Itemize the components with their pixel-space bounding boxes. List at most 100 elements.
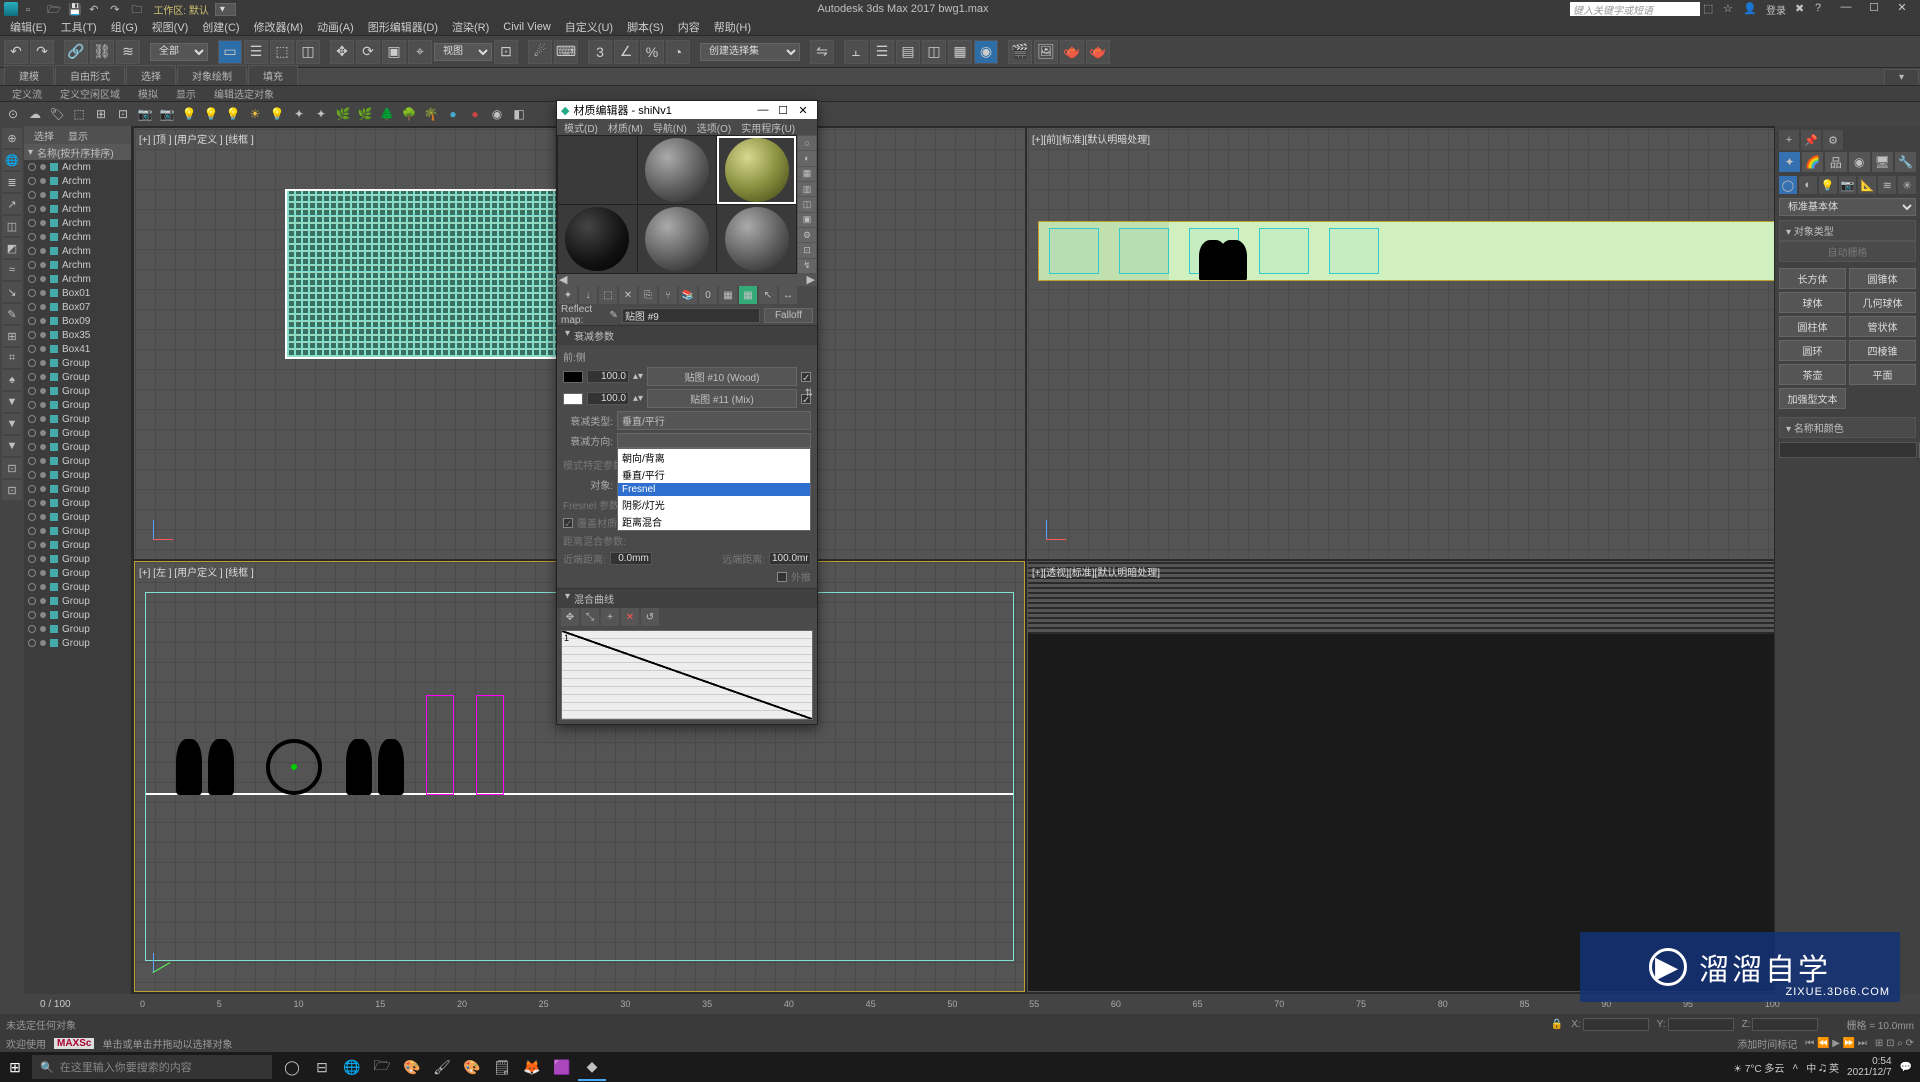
rollout-falloff-params[interactable]: ▾衰减参数 <box>557 326 817 345</box>
viewport-label[interactable]: [+][前][标准][默认明暗处理] <box>1032 131 1150 146</box>
clock[interactable]: 0:542021/12/7 <box>1847 1056 1892 1078</box>
material-slot[interactable] <box>638 205 717 273</box>
visibility-icon[interactable] <box>28 429 36 437</box>
make-unique-icon[interactable]: ⑂ <box>659 286 677 304</box>
side-color-swatch[interactable] <box>563 393 583 405</box>
freeze-icon[interactable] <box>40 584 46 590</box>
ribbon-item-sim[interactable]: 模拟 <box>130 86 166 101</box>
freeze-icon[interactable] <box>40 346 46 352</box>
menu-create[interactable]: 创建(C) <box>196 18 245 36</box>
me-menu-options[interactable]: 选项(O) <box>694 119 734 135</box>
scene-list-item[interactable]: Group <box>24 454 131 468</box>
curve-move-icon[interactable]: ✥ <box>561 608 579 626</box>
me-menu-navigation[interactable]: 导航(N) <box>650 119 690 135</box>
tab-motion[interactable]: ◉ <box>1849 152 1870 172</box>
material-slot-selected[interactable] <box>717 136 796 204</box>
left-tool-icon[interactable]: ↘ <box>2 282 22 302</box>
visibility-icon[interactable] <box>28 233 36 241</box>
material-slot[interactable] <box>558 205 637 273</box>
primitive-button[interactable]: 茶壶 <box>1779 364 1846 385</box>
put-to-lib-icon[interactable]: 📚 <box>679 286 697 304</box>
left-tool-icon[interactable]: ↗ <box>2 194 22 214</box>
paint-icon[interactable]: 🎨 <box>398 1053 426 1081</box>
swatch-icon[interactable]: ◧ <box>510 105 528 123</box>
visibility-icon[interactable] <box>28 387 36 395</box>
visibility-icon[interactable] <box>28 583 36 591</box>
primitive-button[interactable]: 球体 <box>1779 292 1846 313</box>
me-menu-modes[interactable]: 模式(D) <box>561 119 601 135</box>
scene-list-item[interactable]: Group <box>24 468 131 482</box>
ribbon-item-flow[interactable]: 定义流 <box>4 86 50 101</box>
left-tool-icon[interactable]: ⌗ <box>2 348 22 368</box>
maxscript-badge[interactable]: MAXSc <box>54 1038 94 1049</box>
visibility-icon[interactable] <box>28 401 36 409</box>
help-icon[interactable]: ? <box>1815 2 1829 16</box>
left-tool-icon[interactable]: ◩ <box>2 238 22 258</box>
ribbon-tab-freeform[interactable]: 自由形式 <box>55 65 125 85</box>
freeze-icon[interactable] <box>40 164 46 170</box>
visibility-icon[interactable] <box>28 569 36 577</box>
visibility-icon[interactable] <box>28 527 36 535</box>
scene-list-item[interactable]: Group <box>24 496 131 510</box>
curve-reset-icon[interactable]: ↺ <box>641 608 659 626</box>
sub-spacewarps[interactable]: ≋ <box>1878 176 1896 194</box>
visibility-icon[interactable] <box>28 359 36 367</box>
viewport-label[interactable]: [+] [左 ] [用户定义 ] [线框 ] <box>139 564 254 579</box>
freeze-icon[interactable] <box>40 220 46 226</box>
freeze-icon[interactable] <box>40 444 46 450</box>
app-icon[interactable]: 🎨 <box>458 1053 486 1081</box>
notifications-icon[interactable]: 💬 <box>1900 1062 1912 1073</box>
dialog-maximize-button[interactable]: ☐ <box>773 104 793 117</box>
video-check-icon[interactable]: ◫ <box>798 197 816 211</box>
maximize-button[interactable]: ☐ <box>1860 1 1888 17</box>
curve-editor-button[interactable]: ◫ <box>922 40 946 64</box>
dialog-minimize-button[interactable]: — <box>753 104 773 116</box>
freeze-icon[interactable] <box>40 640 46 646</box>
scale-button[interactable]: ▣ <box>382 40 406 64</box>
menu-modifiers[interactable]: 修改器(M) <box>248 18 310 36</box>
scene-tab-display[interactable]: 显示 <box>68 128 88 143</box>
scene-list-item[interactable]: Group <box>24 510 131 524</box>
tray-chevron-icon[interactable]: ˄ <box>1792 1062 1798 1073</box>
menu-customize[interactable]: 自定义(U) <box>559 18 619 36</box>
app-icon[interactable] <box>4 2 18 16</box>
cortana-icon[interactable]: ⊟ <box>308 1053 336 1081</box>
helper-icon[interactable]: 🌳 <box>400 105 418 123</box>
selection-filter-dropdown[interactable]: 全部 <box>150 43 208 61</box>
map-name-input[interactable] <box>622 308 760 323</box>
menu-content[interactable]: 内容 <box>672 18 706 36</box>
reset-map-icon[interactable]: ✕ <box>619 286 637 304</box>
scene-list-item[interactable]: Box09 <box>24 314 131 328</box>
assign-to-sel-icon[interactable]: ⬚ <box>599 286 617 304</box>
unlink-button[interactable]: ⛓ <box>90 40 114 64</box>
left-tool-icon[interactable]: ▼ <box>2 414 22 434</box>
freeze-icon[interactable] <box>40 528 46 534</box>
render-production-button[interactable]: 🫖 <box>1060 40 1084 64</box>
freeze-icon[interactable] <box>40 388 46 394</box>
lock-icon[interactable]: 🔒 <box>1551 1019 1563 1030</box>
menu-edit[interactable]: 编辑(E) <box>4 18 53 36</box>
dropdown-option[interactable]: 阴影/灯光 <box>618 496 810 513</box>
project-icon[interactable]: 🗀 <box>131 1 145 15</box>
freeze-icon[interactable] <box>40 360 46 366</box>
scene-list-item[interactable]: Archm <box>24 272 131 286</box>
freeze-icon[interactable] <box>40 556 46 562</box>
redo-button[interactable]: ↷ <box>30 40 54 64</box>
primitive-button[interactable]: 加强型文本 <box>1779 388 1846 409</box>
left-tool-icon[interactable]: 🌐 <box>2 150 22 170</box>
helper-icon[interactable]: 💡 <box>224 105 242 123</box>
scene-list-item[interactable]: Group <box>24 594 131 608</box>
scroll-right-icon[interactable]: ▶ <box>807 273 815 286</box>
edge-icon[interactable]: 🌐 <box>338 1053 366 1081</box>
front-map-button[interactable]: 贴图 #10 (Wood) <box>647 367 797 386</box>
ribbon-tab-modeling[interactable]: 建模 <box>4 65 54 85</box>
visibility-icon[interactable] <box>28 639 36 647</box>
app-icon[interactable]: 🖌 <box>428 1053 456 1081</box>
front-enable-checkbox[interactable]: ✓ <box>801 372 811 382</box>
viewport-label[interactable]: [+][透视][标准][默认明暗处理] <box>1032 564 1160 579</box>
dropdown-option[interactable]: 距离混合 <box>618 513 810 530</box>
menu-views[interactable]: 视图(V) <box>146 18 195 36</box>
primitive-button[interactable]: 圆柱体 <box>1779 316 1846 337</box>
primitive-button[interactable]: 管状体 <box>1849 316 1916 337</box>
freeze-icon[interactable] <box>40 402 46 408</box>
